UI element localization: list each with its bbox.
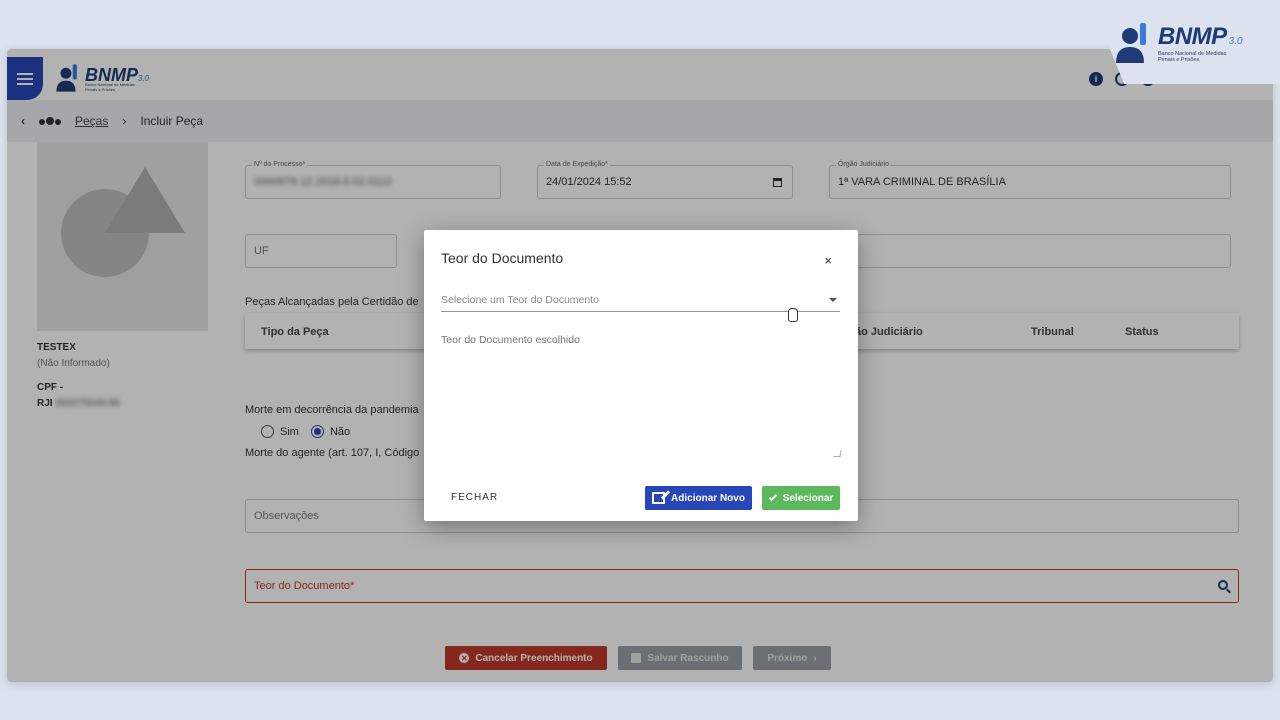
select-label: Selecionar <box>782 492 834 504</box>
person-logo-icon <box>1116 23 1146 63</box>
teor-select-placeholder: Selecione um Teor do Documento <box>441 294 599 306</box>
close-icon[interactable]: × <box>824 253 832 268</box>
check-icon <box>768 492 777 501</box>
add-new-button[interactable]: Adicionar Novo <box>645 486 752 510</box>
edit-icon <box>652 492 666 504</box>
resize-grip-icon[interactable] <box>833 450 842 457</box>
select-button[interactable]: Selecionar <box>762 486 840 510</box>
teor-documento-modal: Teor do Documento × Selecione um Teor do… <box>424 230 858 521</box>
add-new-label: Adicionar Novo <box>671 492 745 504</box>
brand-subtitle: Banco Nacional de Medidas Penais e Prisõ… <box>1158 51 1227 63</box>
caret-down-icon <box>829 298 837 302</box>
hand-cursor-icon <box>788 308 798 322</box>
fechar-button[interactable]: FECHAR <box>451 492 498 503</box>
teor-select[interactable]: Selecione um Teor do Documento <box>441 292 840 312</box>
corner-logo: BNMP 3.0 Banco Nacional de Medidas Penais… <box>1114 18 1250 68</box>
brand-name: BNMP <box>1158 23 1227 50</box>
teor-textarea[interactable] <box>441 334 840 459</box>
brand-version: 3.0 <box>1228 36 1243 47</box>
modal-title: Teor do Documento <box>441 250 564 266</box>
